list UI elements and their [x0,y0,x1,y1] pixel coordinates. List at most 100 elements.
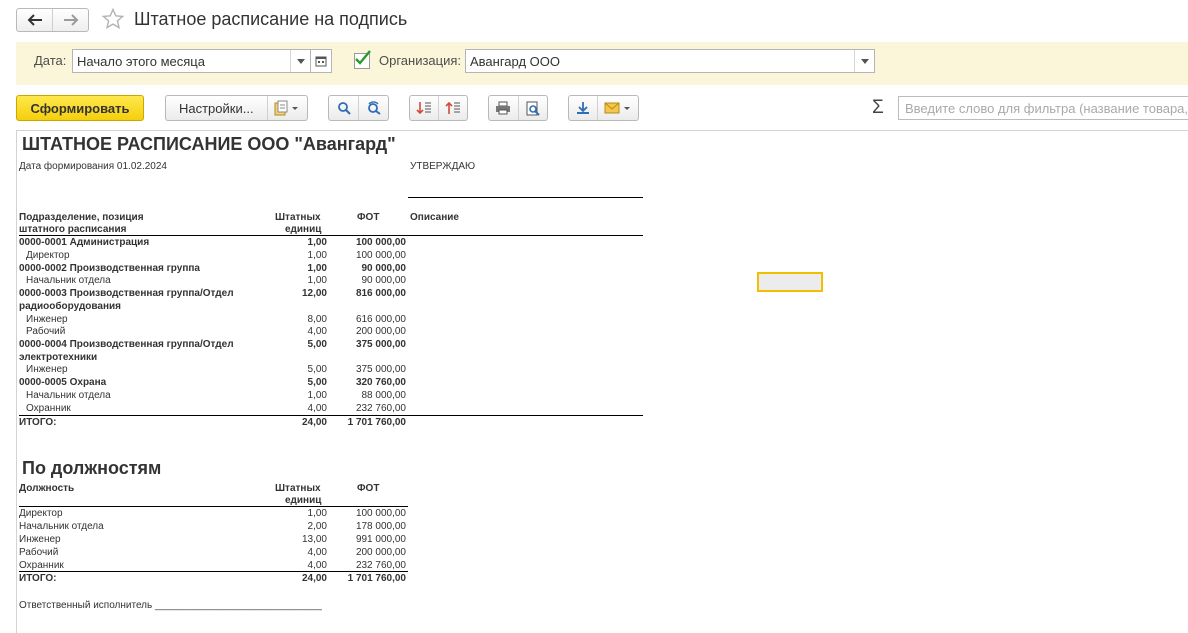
table-row-name: 0000-0004 Производственная группа/Отдел [19,339,234,351]
sort-down-icon [416,102,431,115]
table-row-units: 4,00 [307,326,327,338]
print-group [488,95,548,121]
print-preview-button[interactable] [517,96,547,120]
table-row-payroll: 90 000,00 [361,275,407,287]
total-units: 24,00 [301,417,327,428]
chevron-down-icon[interactable] [854,50,874,72]
calendar-button[interactable] [310,49,332,73]
total-payroll: 1 701 760,00 [347,417,406,428]
table-row-payroll: 375 000,00 [355,339,406,351]
table-row-units: 5,00 [307,377,327,389]
print-preview-icon [526,101,540,116]
generate-button[interactable]: Сформировать [16,95,144,121]
table-row-name: Начальник отдела [26,275,111,287]
s2-total-units: 24,00 [301,573,327,584]
selected-cell[interactable] [757,272,823,292]
header-rule [19,235,643,236]
header-units: Штатных [275,212,321,223]
positions-row-payroll: 100 000,00 [355,508,406,519]
approve-label: УТВЕРЖДАЮ [410,161,476,172]
find-button[interactable] [329,96,358,120]
report-variants-icon [274,100,299,116]
table-row-payroll: 375 000,00 [355,364,406,376]
date-select[interactable]: Начало этого месяца [72,49,311,73]
s2-total-label: ИТОГО: [19,573,57,584]
header-position: Подразделение, позиция [19,212,144,223]
s2-header-units: Штатных [275,483,321,494]
date-value: Начало этого месяца [77,54,205,69]
s2-total-rule [19,571,408,572]
table-row-name-cont: радиооборудования [19,300,122,312]
back-button[interactable] [17,9,52,31]
table-row-payroll: 100 000,00 [355,237,406,248]
sum-icon[interactable]: Σ [872,97,884,119]
checkmark-icon [355,50,371,65]
table-row-name: Инженер [26,313,68,325]
save-button[interactable] [569,96,597,120]
table-row-units: 12,00 [301,288,327,300]
table-row-name: Рабочий [26,326,66,338]
positions-row-name: Инженер [19,534,61,545]
download-icon [577,102,590,114]
table-row-payroll: 88 000,00 [361,390,407,401]
send-email-button[interactable] [597,96,638,120]
filter-input[interactable]: Введите слово для фильтра (название това… [898,96,1188,120]
table-row-payroll: 320 760,00 [355,377,406,389]
forward-button[interactable] [52,9,88,31]
find-next-button[interactable] [358,96,388,120]
table-row-name: 0000-0001 Администрация [19,237,150,248]
variants-button[interactable] [266,96,307,120]
table-row-payroll: 816 000,00 [355,288,406,300]
table-row-name: Начальник отдела [26,390,111,401]
total-rule [19,415,643,416]
chevron-down-icon[interactable] [290,50,310,72]
s2-header-payroll: ФОТ [357,483,380,494]
report-title: ШТАТНОЕ РАСПИСАНИЕ ООО "Авангард" [22,134,396,154]
table-row-payroll: 616 000,00 [355,313,406,325]
table-row-name: 0000-0003 Производственная группа/Отдел [19,288,234,300]
table-row-units: 1,00 [307,237,327,248]
s2-header-rule [19,506,408,507]
report-date: Дата формирования 01.02.2024 [19,161,167,172]
table-row-name: Директор [26,249,70,261]
favorite-star-icon[interactable] [101,7,125,31]
positions-row-units: 4,00 [307,547,327,558]
table-row-name: 0000-0005 Охрана [19,377,107,389]
search-group [328,95,389,121]
parameters-panel: Дата: Начало этого месяца Организация: А… [16,42,1188,85]
table-row-name: 0000-0002 Производственная группа [19,262,200,274]
positions-row-units: 13,00 [301,534,327,545]
date-label: Дата: [34,53,67,68]
positions-row-units: 1,00 [307,508,327,519]
positions-row-name: Рабочий [19,547,59,558]
arrow-right-icon [63,14,78,26]
expand-all-button[interactable] [410,96,438,120]
positions-row-payroll: 200 000,00 [355,547,406,558]
s2-header-position: Должность [19,483,75,494]
positions-row-units: 2,00 [307,521,327,532]
calendar-icon [315,56,327,67]
table-row-units: 1,00 [307,390,327,401]
report-sheet[interactable]: ШТАТНОЕ РАСПИСАНИЕ ООО "Авангард" Дата ф… [16,130,1188,633]
envelope-icon [604,102,631,114]
collapse-all-button[interactable] [438,96,467,120]
table-row-units: 4,00 [307,402,327,414]
table-row-payroll: 100 000,00 [355,249,406,261]
search-next-icon [367,101,381,115]
section-positions-title: По должностям [22,458,162,478]
table-row-units: 5,00 [307,339,327,351]
table-row-units: 1,00 [307,249,327,261]
settings-button[interactable]: Настройки... [166,96,267,120]
settings-group: Настройки... [165,95,308,121]
positions-row-name: Начальник отдела [19,521,104,532]
organization-checkbox[interactable] [354,50,371,69]
total-label: ИТОГО: [19,417,57,428]
table-row-name-cont: электротехники [19,351,98,363]
print-button[interactable] [489,96,518,120]
organization-select[interactable]: Авангард ООО [465,49,875,73]
export-group [568,95,639,121]
positions-row-name: Директор [19,508,63,519]
arrow-left-icon [27,14,42,26]
table-row-name: Охранник [26,402,71,414]
positions-row-payroll: 178 000,00 [355,521,406,532]
